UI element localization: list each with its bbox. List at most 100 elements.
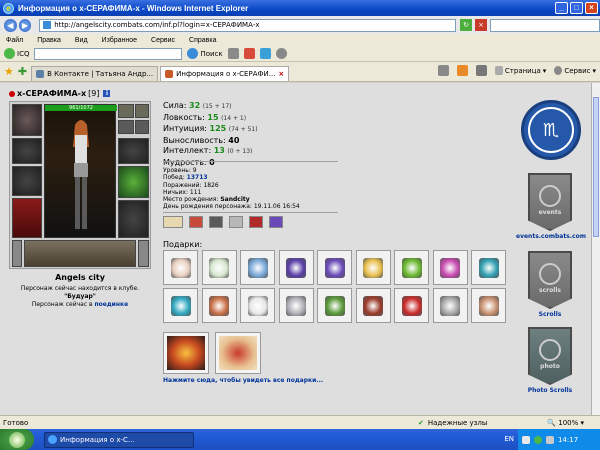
big-gift[interactable] <box>215 332 261 374</box>
print-icon[interactable] <box>475 65 487 76</box>
favorites-star-icon[interactable]: ★ <box>4 65 14 78</box>
medal-icon[interactable] <box>189 216 203 228</box>
gift-item[interactable] <box>240 288 275 323</box>
scrolls-banner[interactable]: scrolls Scrolls <box>516 251 584 318</box>
toolbar-search-button[interactable]: Поиск <box>187 48 223 59</box>
service-menu-button[interactable]: Сервис ▾ <box>554 66 596 75</box>
tray-icq-icon[interactable] <box>534 435 542 444</box>
stop-icon[interactable]: × <box>475 19 487 31</box>
big-gift[interactable] <box>163 332 209 374</box>
info-badge-icon[interactable]: i <box>103 90 111 97</box>
toolbar-combo[interactable] <box>34 47 183 60</box>
settings-icon[interactable] <box>227 48 239 59</box>
medals-row <box>163 216 283 228</box>
minimize-button[interactable]: _ <box>555 2 568 14</box>
gift-item[interactable] <box>278 250 314 285</box>
gift-icon <box>247 257 268 278</box>
mail-icon[interactable] <box>243 48 255 59</box>
gift-item[interactable] <box>355 250 391 285</box>
maximize-button[interactable]: □ <box>570 2 583 14</box>
gift-item[interactable] <box>355 288 391 323</box>
security-zone[interactable]: ✔ Надежные узлы <box>418 419 487 427</box>
ring-slot-4[interactable] <box>135 120 149 134</box>
scroll-thumb[interactable] <box>593 97 599 237</box>
belt-slot-left[interactable] <box>12 240 22 267</box>
ring-slot-3[interactable] <box>118 120 134 134</box>
boots-slot[interactable] <box>118 200 149 238</box>
medal-icon[interactable] <box>209 216 223 228</box>
icq-button[interactable]: ICQ <box>4 48 29 59</box>
photo-scrolls-banner[interactable]: photo Photo Scrolls <box>516 327 584 394</box>
events-banner[interactable]: events events.combats.com <box>516 173 586 240</box>
menu-help[interactable]: Справка <box>189 37 216 44</box>
helmet-slot[interactable] <box>12 104 42 136</box>
gloves-slot[interactable] <box>118 138 149 164</box>
photo-scrolls-link[interactable]: Photo Scrolls <box>516 387 584 394</box>
tab-profile-info[interactable]: Информация о x-СЕРАФИ... × <box>160 66 290 81</box>
menu-view[interactable]: Вид <box>75 37 88 44</box>
ring-slot-1[interactable] <box>118 104 134 118</box>
ring-slot-2[interactable] <box>135 104 149 118</box>
medal-icon[interactable] <box>269 216 283 228</box>
events-link[interactable]: events.combats.com <box>516 233 586 240</box>
forward-button[interactable]: ▶ <box>18 18 32 32</box>
gift-item[interactable] <box>201 250 237 285</box>
page-icon <box>43 21 52 29</box>
info-icon[interactable] <box>259 48 271 59</box>
gift-item[interactable] <box>394 288 429 323</box>
menu-edit[interactable]: Правка <box>37 37 61 44</box>
tray-network-icon[interactable] <box>522 435 530 444</box>
separator <box>163 212 338 213</box>
gift-item[interactable] <box>471 288 506 323</box>
gift-item[interactable] <box>432 250 468 285</box>
medal-icon[interactable] <box>229 216 243 228</box>
menu-tools[interactable]: Сервис <box>151 37 175 44</box>
zoom-level[interactable]: 🔍 100% ▾ <box>547 419 584 427</box>
tray-volume-icon[interactable] <box>546 435 554 444</box>
gift-item[interactable] <box>240 250 275 285</box>
gift-item[interactable] <box>163 288 198 323</box>
refresh-icon[interactable]: ↻ <box>460 19 472 31</box>
language-indicator[interactable]: EN <box>504 435 514 443</box>
start-button[interactable] <box>0 429 34 450</box>
gift-item[interactable] <box>163 250 198 285</box>
close-button[interactable]: × <box>585 2 598 14</box>
gift-item[interactable] <box>471 250 506 285</box>
taskbar-ie-window[interactable]: Информация о x-С... <box>44 431 194 448</box>
armor-slot[interactable] <box>12 198 42 238</box>
gift-item[interactable] <box>394 250 429 285</box>
tab-close-icon[interactable]: × <box>278 70 284 78</box>
menu-favorites[interactable]: Избранное <box>102 37 137 44</box>
gift-item[interactable] <box>278 288 314 323</box>
menu-file[interactable]: Файл <box>6 37 23 44</box>
gift-item[interactable] <box>317 288 352 323</box>
all-gifts-link[interactable]: Нажмите сюда, чтобы увидеть все подарки.… <box>163 377 323 384</box>
url-input[interactable]: http://angelscity.combats.com/inf.pl?log… <box>39 18 456 32</box>
add-favorites-icon[interactable]: ✚ <box>18 65 27 78</box>
character-avatar[interactable]: 961/1072 <box>44 104 117 238</box>
gift-item[interactable] <box>432 288 468 323</box>
vertical-scrollbar[interactable] <box>592 83 600 415</box>
scrolls-link[interactable]: Scrolls <box>516 311 584 318</box>
search-input[interactable] <box>490 18 600 32</box>
gift-icon <box>209 295 229 316</box>
options-gear-icon[interactable] <box>275 48 287 59</box>
medal-icon[interactable] <box>249 216 263 228</box>
weapon-slot[interactable] <box>12 166 42 196</box>
fight-link[interactable]: поединке <box>94 301 128 308</box>
tab-vkontakte[interactable]: В Контакте | Татьяна Андр... <box>31 66 159 81</box>
wins-value[interactable]: 13713 <box>187 174 208 181</box>
bracers-slot[interactable] <box>12 138 42 164</box>
rss-icon[interactable] <box>456 65 468 76</box>
gift-item[interactable] <box>201 288 237 323</box>
page-menu-button[interactable]: Страница ▾ <box>494 66 546 75</box>
gift-item[interactable] <box>317 250 352 285</box>
belt-slot[interactable] <box>24 240 136 267</box>
scroll-medal-icon[interactable] <box>163 216 183 228</box>
back-button[interactable]: ◀ <box>4 18 17 32</box>
belt-slot-right[interactable] <box>138 240 149 267</box>
tab-vkontakte-label: В Контакте | Татьяна Андр... <box>47 70 154 78</box>
home-icon[interactable] <box>437 65 449 76</box>
scorpion-logo[interactable]: ♏ <box>521 100 581 160</box>
shield-slot[interactable] <box>118 166 149 198</box>
